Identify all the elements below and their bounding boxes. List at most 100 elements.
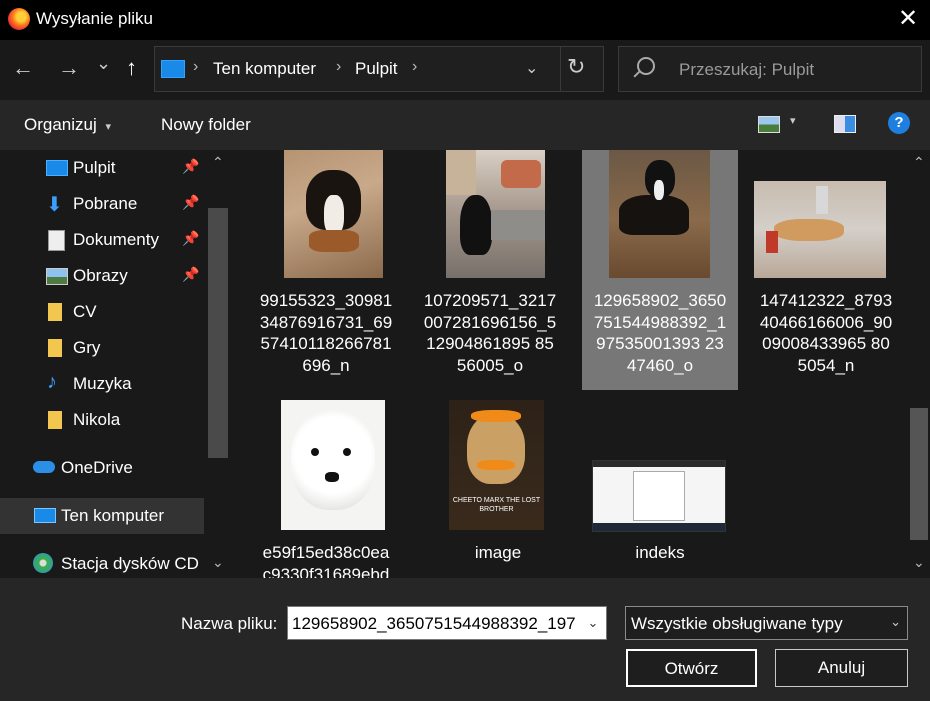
sidebar-item-nikola[interactable]: Nikola: [0, 402, 204, 438]
file-name-line: 99155323_30981: [259, 291, 393, 310]
sidebar-item-label: Pulpit: [73, 158, 116, 177]
forward-icon[interactable]: →: [58, 55, 80, 81]
image-thumbnail: [592, 460, 726, 532]
breadcrumb-ten-komputer[interactable]: Ten komputer: [213, 59, 316, 79]
sidebar-item-dokumenty[interactable]: Dokumenty 📌: [0, 222, 204, 258]
file-name-line: 57410118266781: [260, 334, 392, 353]
search-box[interactable]: Przeszukaj: Pulpit: [618, 46, 922, 92]
refresh-icon[interactable]: ↻: [567, 54, 585, 80]
scrollbar-thumb[interactable]: [208, 208, 228, 458]
sidebar-item-cv[interactable]: CV: [0, 294, 204, 330]
sidebar-item-label: Dokumenty: [73, 230, 159, 249]
sidebar-item-ten-komputer[interactable]: Ten komputer: [0, 498, 204, 534]
file-name-line: image: [474, 543, 522, 562]
organize-button[interactable]: Organizuj ▾: [24, 115, 111, 135]
file-name: indeks: [582, 542, 738, 564]
file-name-line: 56005_o: [456, 355, 524, 375]
sidebar-item-muzyka[interactable]: ♪ Muzyka: [0, 366, 204, 402]
scroll-down-icon[interactable]: ⌄: [212, 554, 224, 571]
sidebar-item-pobrane[interactable]: ⬇ Pobrane 📌: [0, 186, 204, 222]
file-name: 147412322_8793 40466166006_90 0900843396…: [748, 290, 904, 376]
breadcrumb-separator[interactable]: ›: [336, 58, 341, 76]
sidebar-item-label: Nikola: [73, 410, 121, 429]
back-icon[interactable]: ←: [12, 55, 34, 81]
file-name-line: 129658902_3650: [593, 291, 727, 310]
scroll-up-icon[interactable]: ⌃: [913, 154, 925, 171]
address-dropdown-icon[interactable]: ⌄: [525, 58, 538, 78]
file-name-line: indeks: [635, 543, 685, 562]
sidebar-item-stacja-dyskow-cd[interactable]: Stacja dysków CD: [0, 546, 204, 578]
computer-icon: [161, 60, 185, 78]
documents-icon: [48, 230, 65, 251]
breadcrumb-pulpit[interactable]: Pulpit: [355, 59, 398, 79]
window-title: Wysyłanie pliku: [36, 9, 153, 28]
navigation-bar: ← → ⌄ ↑ › Ten komputer › Pulpit › ⌄ ↻ Pr…: [0, 40, 930, 100]
chevron-down-icon: ⌄: [890, 614, 901, 629]
filetype-select[interactable]: Wszystkie obsługiwane typy ⌄: [625, 606, 908, 640]
address-bar[interactable]: › Ten komputer › Pulpit › ⌄ ↻: [154, 46, 604, 92]
cd-drive-icon: [33, 553, 53, 573]
preview-pane-icon[interactable]: [834, 115, 856, 133]
file-tile[interactable]: CHEETO MARX THE LOST BROTHER image: [420, 400, 576, 578]
image-thumbnail: CHEETO MARX THE LOST BROTHER: [449, 400, 544, 530]
breadcrumb-separator[interactable]: ›: [193, 58, 198, 76]
file-name-line: 696_n: [302, 355, 350, 375]
sidebar-scrollbar[interactable]: ⌃ ⌄: [204, 150, 232, 578]
file-tile[interactable]: 99155323_30981 34876916731_69 5741011826…: [248, 150, 404, 390]
download-icon: ⬇: [46, 194, 63, 216]
sidebar-item-gry[interactable]: Gry: [0, 330, 204, 366]
file-name-line: 09008433965 80: [762, 334, 890, 353]
file-tile-selected[interactable]: 129658902_3650 751544988392_1 9753500139…: [582, 150, 738, 390]
file-name-line: 12904861895 85: [426, 334, 554, 353]
help-icon[interactable]: ?: [888, 112, 910, 134]
recent-locations-icon[interactable]: ⌄: [96, 53, 111, 74]
close-button[interactable]: ✕: [894, 4, 922, 34]
up-icon[interactable]: ↑: [126, 55, 137, 81]
chevron-down-icon[interactable]: ▾: [790, 114, 796, 127]
sidebar-item-label: Stacja dysków CD: [61, 554, 199, 573]
file-name-line: 97535001393 23: [596, 334, 724, 353]
file-name-line: 5054_n: [797, 355, 855, 375]
sidebar-item-onedrive[interactable]: OneDrive: [0, 450, 204, 486]
sidebar-item-obrazy[interactable]: Obrazy 📌: [0, 258, 204, 294]
file-name-line: 751544988392_1: [593, 312, 727, 332]
filename-input[interactable]: 129658902_3650751544988392_197 ⌄: [287, 606, 607, 640]
scrollbar-thumb[interactable]: [910, 408, 928, 540]
divider: [560, 47, 561, 91]
music-icon: ♪: [47, 371, 57, 393]
view-options-icon[interactable]: [758, 116, 780, 133]
command-toolbar: Organizuj ▾ Nowy folder ▾ ?: [0, 100, 930, 150]
title-bar: Wysyłanie pliku ✕: [0, 0, 930, 40]
firefox-icon: [8, 8, 30, 30]
cancel-button[interactable]: Anuluj: [775, 649, 908, 687]
file-tile[interactable]: 147412322_8793 40466166006_90 0900843396…: [748, 150, 904, 390]
scroll-up-icon[interactable]: ⌃: [212, 154, 224, 171]
new-folder-button[interactable]: Nowy folder: [161, 115, 251, 135]
folder-icon: [48, 339, 62, 357]
sidebar-item-label: CV: [73, 302, 97, 321]
cloud-icon: [33, 461, 55, 473]
filename-label: Nazwa pliku:: [181, 614, 278, 633]
folder-icon: [48, 303, 62, 321]
file-name: 107209571_3217 007281696156_5 1290486189…: [412, 290, 568, 376]
file-name: e59f15ed38c0ea c9330f31689ebd: [248, 542, 404, 578]
image-thumbnail: [754, 181, 886, 278]
dialog-footer: Nazwa pliku: 129658902_3650751544988392_…: [0, 578, 930, 701]
file-list-scrollbar[interactable]: ⌃ ⌄: [908, 150, 930, 578]
file-tile[interactable]: 107209571_3217 007281696156_5 1290486189…: [412, 150, 568, 390]
sidebar-item-pulpit[interactable]: Pulpit 📌: [0, 150, 204, 186]
chevron-down-icon[interactable]: ⌄: [580, 607, 606, 639]
sidebar-item-label: Muzyka: [73, 374, 132, 393]
file-tile[interactable]: indeks: [582, 400, 738, 578]
scroll-down-icon[interactable]: ⌄: [913, 554, 925, 571]
pin-icon: 📌: [182, 266, 200, 282]
file-name-line: e59f15ed38c0ea: [262, 543, 390, 562]
image-thumbnail: [284, 150, 383, 278]
breadcrumb-separator[interactable]: ›: [412, 58, 417, 76]
file-tile[interactable]: e59f15ed38c0ea c9330f31689ebd: [248, 400, 404, 578]
file-name-line: 40466166006_90: [759, 312, 893, 332]
image-thumbnail: [281, 400, 385, 530]
sidebar-item-label: Ten komputer: [61, 506, 164, 525]
image-thumbnail: [446, 150, 545, 278]
open-button[interactable]: Otwórz: [626, 649, 757, 687]
